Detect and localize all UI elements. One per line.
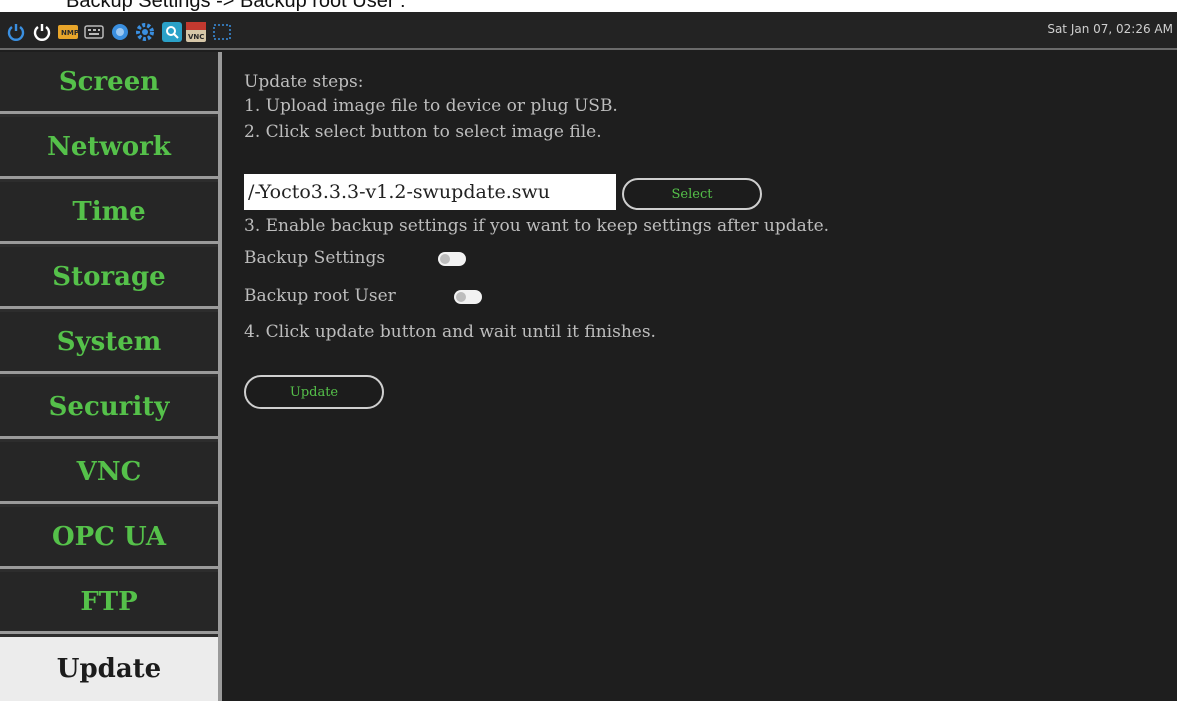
svg-text:NMP: NMP [61, 29, 78, 37]
sidebar-item-system[interactable]: System [0, 312, 218, 374]
vnc-icon-label: VNC [188, 33, 204, 41]
toggle-knob [456, 292, 466, 302]
sidebar-item-opc-ua[interactable]: OPC UA [0, 507, 218, 569]
sidebar-item-update[interactable]: Update [0, 637, 218, 701]
clock: Sat Jan 07, 02:26 AM [1047, 22, 1173, 36]
sidebar-item-time[interactable]: Time [0, 182, 218, 244]
keyboard-icon[interactable] [84, 22, 104, 42]
settings-icon[interactable] [135, 22, 155, 42]
search-app-icon[interactable] [162, 22, 182, 42]
backup-root-user-toggle[interactable] [454, 290, 482, 304]
step-4-text: 4. Click update button and wait until it… [244, 322, 656, 342]
step-1-text: 1. Upload image file to device or plug U… [244, 96, 618, 116]
browser-icon[interactable] [110, 22, 130, 42]
vnc-icon[interactable]: VNC [186, 22, 206, 42]
backup-settings-label: Backup Settings [244, 248, 386, 268]
screenshot-icon[interactable] [212, 22, 232, 42]
sidebar-item-security[interactable]: Security [0, 377, 218, 439]
sidebar-item-screen[interactable]: Screen [0, 52, 218, 114]
toggle-knob [440, 254, 450, 264]
step-2-text: 2. Click select button to select image f… [244, 122, 602, 142]
sidebar-item-network[interactable]: Network [0, 117, 218, 179]
sidebar-item-vnc[interactable]: VNC [0, 442, 218, 504]
image-file-field[interactable]: /-Yocto3.3.3-v1.2-swupdate.swu [244, 174, 616, 210]
sidebar-item-ftp[interactable]: FTP [0, 572, 218, 634]
power-icon[interactable] [6, 22, 26, 42]
taskbar: NMP VNC Sat Jan 07, 02:26 AM [0, 12, 1177, 50]
select-button[interactable]: Select [622, 178, 762, 210]
device-screen: NMP VNC Sat Jan 07, 02:26 AM Screen Netw… [0, 12, 1177, 701]
backup-settings-toggle[interactable] [438, 252, 466, 266]
update-steps-heading: Update steps: [244, 72, 364, 92]
update-button[interactable]: Update [244, 375, 384, 409]
nmp-icon[interactable]: NMP [58, 22, 78, 42]
restart-icon[interactable] [32, 22, 52, 42]
step-3-text: 3. Enable backup settings if you want to… [244, 216, 830, 236]
screenshot-caption: Backup Settings -> Backup root User : [66, 0, 406, 12]
sidebar: Screen Network Time Storage System Secur… [0, 52, 222, 701]
backup-root-user-label: Backup root User [244, 286, 396, 306]
sidebar-item-storage[interactable]: Storage [0, 247, 218, 309]
